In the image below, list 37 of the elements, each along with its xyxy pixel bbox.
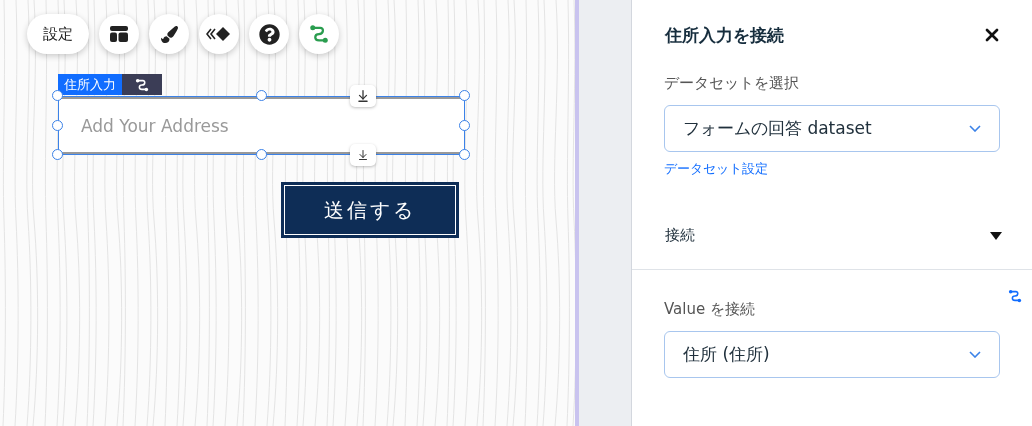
resize-handle[interactable] (255, 90, 267, 101)
chevron-down-icon (969, 125, 981, 132)
layout-button[interactable] (99, 14, 139, 54)
connect-icon (309, 24, 329, 44)
animation-button[interactable] (199, 14, 239, 54)
value-label: Value を接続 (664, 300, 755, 319)
element-tag: 住所入力 (58, 74, 122, 95)
resize-handle[interactable] (52, 149, 63, 160)
connect-tag-button[interactable] (122, 74, 162, 95)
value-select[interactable]: 住所 (住所) (664, 331, 1000, 378)
download-icon (357, 149, 369, 161)
settings-button[interactable]: 設定 (27, 14, 89, 54)
caret-icon (990, 230, 1002, 241)
chevron-down-icon (969, 351, 981, 358)
submit-button[interactable]: 送信する (281, 182, 459, 238)
resize-handle[interactable] (459, 119, 470, 131)
design-button[interactable] (149, 14, 189, 54)
layout-icon (110, 26, 128, 42)
resize-handle[interactable] (459, 90, 470, 101)
download-icon (356, 89, 370, 103)
help-icon (258, 23, 280, 45)
resize-handle[interactable] (459, 149, 470, 160)
panel-title: 住所入力を接続 (665, 23, 784, 47)
animation-icon (206, 26, 232, 42)
resize-handle[interactable] (255, 149, 267, 160)
dataset-settings-link[interactable]: データセット設定 (664, 160, 1000, 178)
dataset-label: データセットを選択 (664, 74, 800, 93)
connect-button[interactable] (299, 14, 339, 54)
resize-handle[interactable] (52, 119, 63, 131)
connect-icon (1008, 289, 1022, 303)
resize-handle[interactable] (52, 90, 63, 101)
connect-icon (135, 77, 149, 92)
download-button[interactable] (350, 85, 376, 107)
help-button[interactable] (249, 14, 289, 54)
dataset-select[interactable]: フォームの回答 dataset (664, 105, 1000, 152)
paintbrush-icon (160, 25, 178, 43)
address-field[interactable]: Add Your Address (58, 96, 465, 155)
